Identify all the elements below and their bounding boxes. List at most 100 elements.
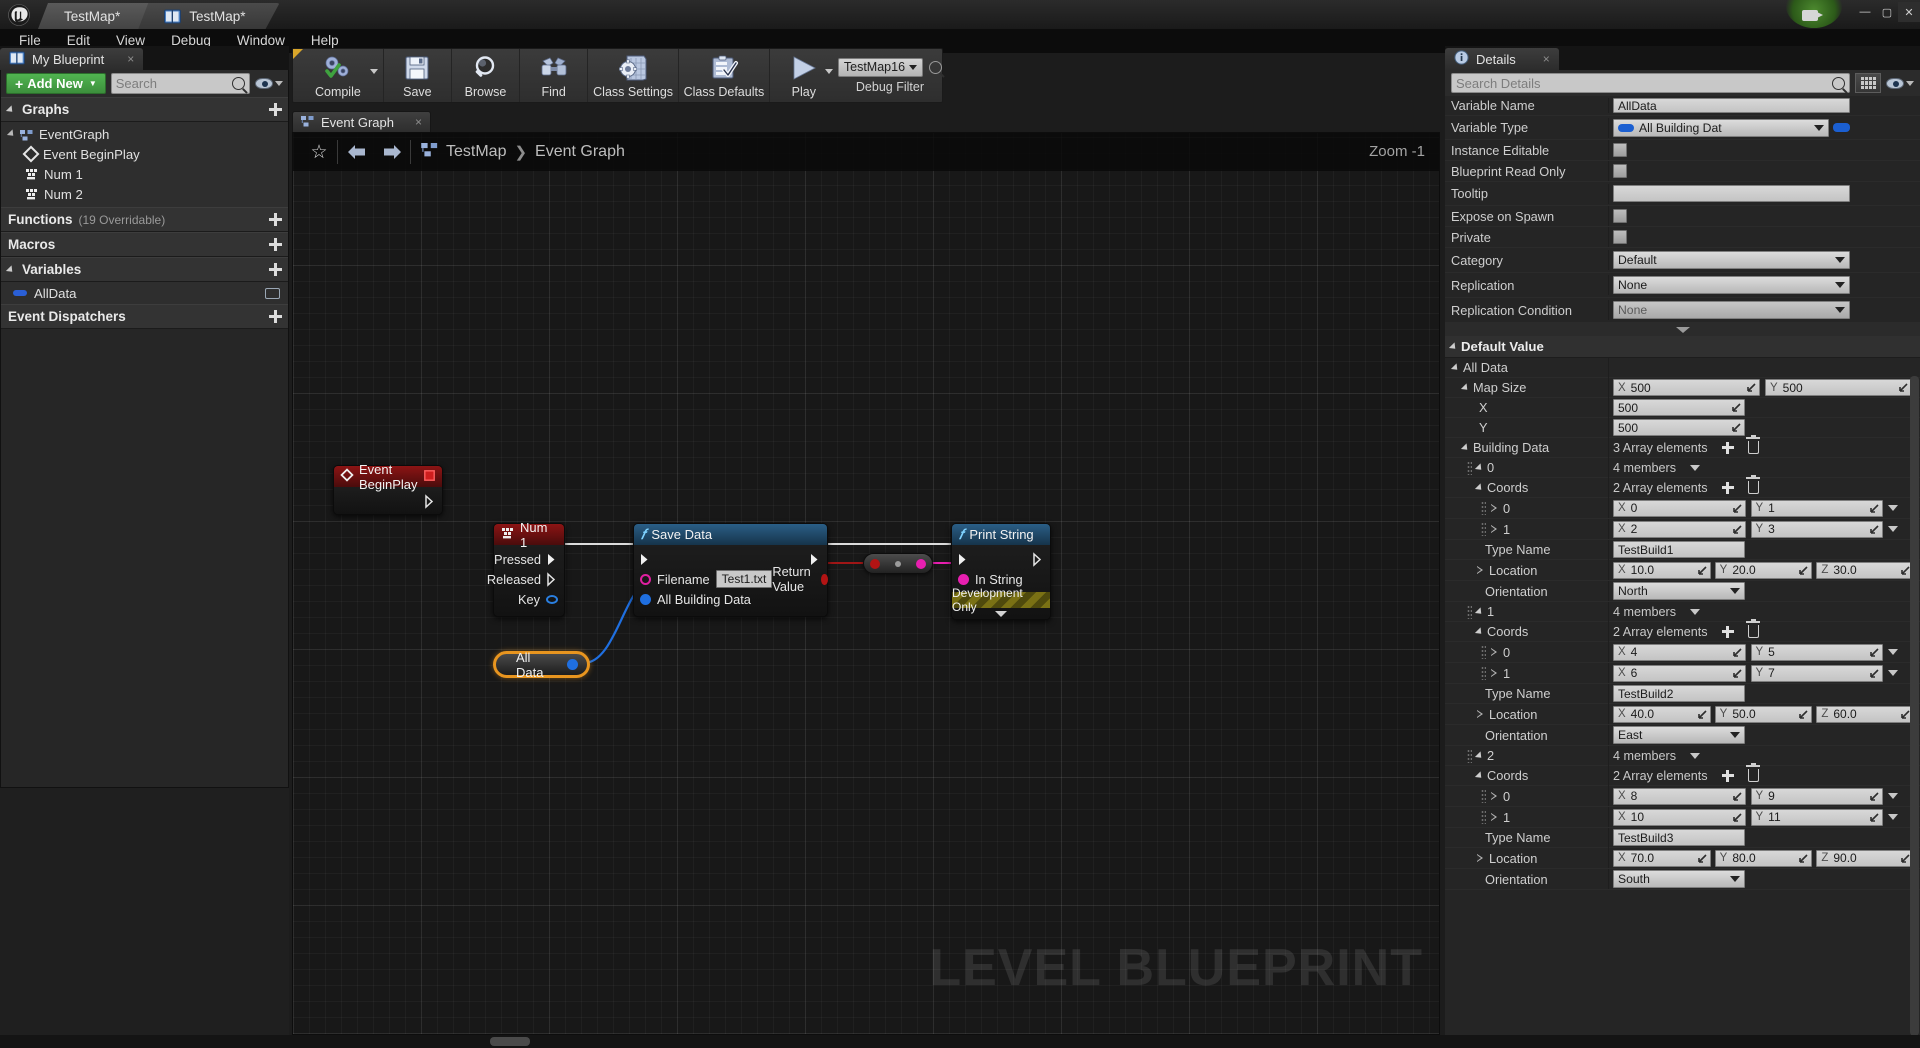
- row-map-size[interactable]: Map Size X 500 Y 500: [1445, 377, 1920, 398]
- row-location[interactable]: Location X 10.0 Y 20.0 Z 30.0: [1445, 560, 1920, 581]
- type-name-input[interactable]: TestBuild2: [1613, 685, 1745, 702]
- row-map-size-x[interactable]: X 500: [1445, 397, 1920, 418]
- property-variable-name[interactable]: Variable Name AllData: [1445, 96, 1920, 116]
- row-options-icon[interactable]: [1888, 526, 1898, 532]
- array-type-pill-icon[interactable]: [1833, 123, 1850, 132]
- browse-button[interactable]: Browse: [452, 49, 521, 102]
- node-get-all-data[interactable]: All Data: [493, 650, 590, 680]
- exec-pin-filled-icon[interactable]: [640, 553, 651, 566]
- exec-pin-filled-icon[interactable]: [810, 553, 821, 566]
- clear-array-button[interactable]: [1746, 762, 1760, 782]
- drag-handle[interactable]: [1481, 666, 1486, 680]
- chevron-down-icon[interactable]: [1460, 382, 1471, 393]
- row-location[interactable]: Location X 40.0 Y 50.0 Z 60.0: [1445, 704, 1920, 725]
- row-type-name[interactable]: Type Name TestBuild2: [1445, 683, 1920, 704]
- row-type-name[interactable]: Type Name TestBuild3: [1445, 827, 1920, 848]
- chevron-right-icon[interactable]: [1491, 647, 1498, 657]
- instance-editable-checkbox[interactable]: [1613, 143, 1627, 157]
- compile-button[interactable]: Compile: [293, 49, 384, 102]
- property-tooltip[interactable]: Tooltip: [1445, 182, 1920, 206]
- add-macro-button[interactable]: [269, 238, 282, 251]
- chevron-right-icon[interactable]: [1491, 503, 1498, 513]
- tab-close-icon[interactable]: ×: [127, 52, 134, 66]
- location-y-input[interactable]: Y 50.0: [1714, 705, 1813, 723]
- coord-y-input[interactable]: Y 1: [1750, 499, 1883, 517]
- chevron-down-icon[interactable]: [1690, 608, 1700, 615]
- add-new-button[interactable]: + Add New ▼: [6, 73, 106, 94]
- tree-item-num1[interactable]: Num 1: [1, 164, 288, 184]
- clear-array-button[interactable]: [1746, 434, 1760, 454]
- find-button[interactable]: Find: [520, 49, 589, 102]
- search-details-input[interactable]: [1456, 75, 1832, 91]
- row-orientation[interactable]: Orientation East: [1445, 725, 1920, 746]
- maximize-button[interactable]: ▢: [1876, 2, 1898, 22]
- minimize-button[interactable]: —: [1854, 2, 1876, 22]
- category-combo[interactable]: Default: [1613, 251, 1850, 269]
- row-location[interactable]: Location X 70.0 Y 80.0 Z 90.0: [1445, 848, 1920, 869]
- pin-pressed[interactable]: Pressed: [494, 549, 564, 569]
- class-defaults-button[interactable]: Class Defaults: [679, 49, 770, 102]
- bookmark-star-button[interactable]: ☆: [301, 134, 337, 170]
- property-private[interactable]: Private: [1445, 227, 1920, 248]
- property-blueprint-read-only[interactable]: Blueprint Read Only: [1445, 161, 1920, 182]
- type-name-input[interactable]: TestBuild3: [1613, 829, 1745, 846]
- section-event-dispatchers[interactable]: Event Dispatchers: [1, 304, 288, 329]
- debug-filter-combo[interactable]: TestMap16: [837, 57, 924, 77]
- struct-pin-icon[interactable]: [567, 659, 578, 670]
- add-function-button[interactable]: [269, 213, 282, 226]
- close-button[interactable]: ✕: [1898, 2, 1920, 22]
- chevron-down-icon[interactable]: [1474, 606, 1485, 617]
- save-button[interactable]: Save: [384, 49, 452, 102]
- coord-x-input[interactable]: X 2: [1613, 520, 1746, 538]
- tree-item-event-beginplay[interactable]: Event BeginPlay: [1, 144, 288, 164]
- row-coords[interactable]: Coords 2 Array elements: [1445, 474, 1920, 498]
- coord-x-input[interactable]: X 8: [1613, 787, 1746, 805]
- bool-pin-icon[interactable]: [821, 573, 828, 585]
- orientation-combo[interactable]: North: [1613, 582, 1745, 600]
- details-property-list[interactable]: Variable Name AllData Variable Type All …: [1445, 96, 1920, 1048]
- pin-exec-out[interactable]: [1033, 549, 1050, 569]
- node-event-begin-play[interactable]: Event BeginPlay: [333, 462, 443, 515]
- chevron-right-icon[interactable]: [1477, 565, 1484, 575]
- drag-handle[interactable]: [1467, 748, 1472, 763]
- location-z-input[interactable]: Z 30.0: [1816, 561, 1915, 579]
- chevron-down-icon[interactable]: [1690, 464, 1700, 471]
- add-array-element-button[interactable]: [1721, 625, 1734, 638]
- add-event-dispatcher-button[interactable]: [269, 310, 282, 323]
- location-y-input[interactable]: Y 80.0: [1714, 849, 1813, 867]
- chevron-down-icon[interactable]: [1474, 750, 1485, 761]
- tab-details[interactable]: Details ×: [1445, 48, 1559, 70]
- pin-return-value[interactable]: Return Value: [772, 564, 833, 594]
- add-array-element-button[interactable]: [1721, 441, 1734, 454]
- row-building-data[interactable]: Building Data 3 Array elements: [1445, 434, 1920, 458]
- pin-exec-out[interactable]: [334, 491, 442, 511]
- location-z-input[interactable]: Z 60.0: [1816, 705, 1915, 723]
- clear-array-button[interactable]: [1746, 474, 1760, 494]
- chevron-down-icon[interactable]: [6, 129, 17, 139]
- chevron-down-icon[interactable]: [275, 81, 283, 86]
- section-variables[interactable]: Variables: [1, 257, 288, 282]
- visibility-options[interactable]: [255, 78, 283, 89]
- add-array-element-button[interactable]: [1721, 481, 1734, 494]
- pin-exec-in[interactable]: [634, 549, 651, 569]
- chevron-right-icon[interactable]: [1491, 668, 1498, 678]
- add-variable-button[interactable]: [269, 263, 282, 276]
- details-search[interactable]: [1451, 73, 1850, 93]
- chevron-right-icon[interactable]: [1491, 812, 1498, 822]
- orientation-combo[interactable]: East: [1613, 726, 1745, 744]
- drag-handle[interactable]: [1467, 460, 1472, 475]
- string-pin-icon[interactable]: [640, 573, 651, 585]
- coord-y-input[interactable]: Y 3: [1750, 520, 1883, 538]
- row-coord[interactable]: 1 X 10 Y 11: [1445, 807, 1920, 828]
- row-coord[interactable]: 0 X 8 Y 9: [1445, 786, 1920, 807]
- row-options-icon[interactable]: [1888, 649, 1898, 655]
- exec-pin-filled-icon[interactable]: [958, 553, 969, 566]
- row-options-icon[interactable]: [1888, 505, 1898, 511]
- tooltip-input[interactable]: [1613, 185, 1850, 202]
- chevron-right-icon[interactable]: [1491, 791, 1498, 801]
- string-pin-icon[interactable]: [916, 558, 926, 569]
- row-options-icon[interactable]: [1888, 793, 1898, 799]
- property-instance-editable[interactable]: Instance Editable: [1445, 140, 1920, 161]
- section-graphs[interactable]: Graphs: [1, 97, 288, 122]
- row-options-icon[interactable]: [1888, 814, 1898, 820]
